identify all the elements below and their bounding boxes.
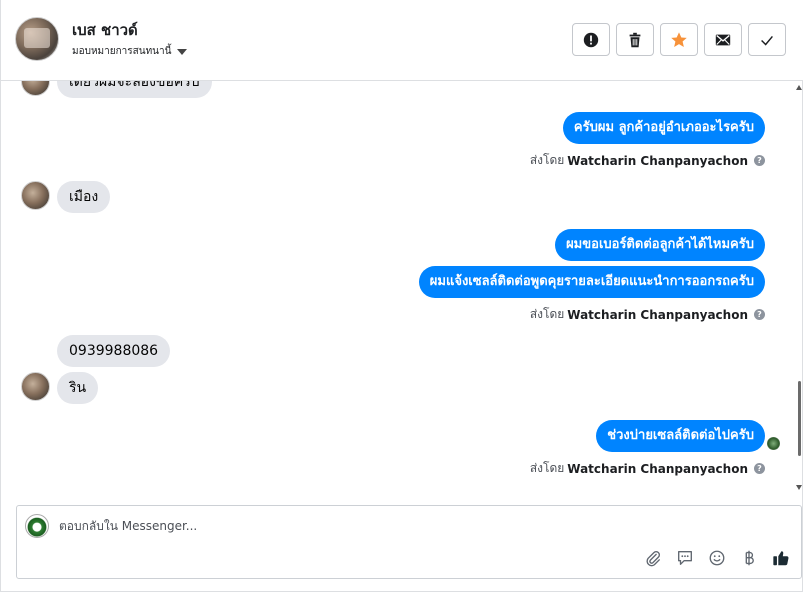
scroll-thumb[interactable] [798, 381, 801, 456]
page-logo-icon [25, 514, 49, 538]
outgoing-message[interactable]: ครับผม ลูกค้าอยู่อำเภออะไรครับ [562, 112, 765, 144]
assign-conversation-dropdown[interactable]: มอบหมายการสนทนานี้ [72, 44, 188, 59]
header-actions [572, 23, 786, 56]
thumbs-up-icon [773, 551, 789, 566]
mark-spam-button[interactable] [572, 23, 610, 56]
mark-unread-button[interactable] [704, 23, 742, 56]
incoming-message[interactable]: ริน [57, 372, 99, 404]
envelope-icon [715, 34, 731, 45]
contact-avatar-small [21, 372, 50, 401]
scroll-up-arrow-icon[interactable] [796, 85, 802, 90]
delete-button[interactable] [616, 23, 654, 56]
sent-by-prefix: ส่งโดย [529, 307, 565, 321]
like-button[interactable] [771, 548, 791, 568]
incoming-message[interactable]: เดี๋ยวผมจะลองขอครับ [57, 81, 212, 98]
caret-down-icon [177, 49, 188, 55]
scroll-down-arrow-icon[interactable] [796, 485, 802, 490]
contact-avatar-small [21, 181, 50, 210]
baht-icon [745, 550, 754, 566]
contact-avatar[interactable] [15, 17, 59, 61]
mark-done-button[interactable] [748, 23, 786, 56]
star-button[interactable] [660, 23, 698, 56]
seen-avatar-icon [767, 437, 780, 450]
message-thread: เดี๋ยวผมจะลองขอครับ ครับผม ลูกค้าอยู่อำเ… [1, 81, 798, 494]
reply-input[interactable] [59, 516, 779, 536]
alert-icon [583, 32, 599, 47]
help-icon[interactable]: ? [754, 309, 765, 320]
check-icon [761, 35, 773, 46]
emoji-button[interactable] [707, 548, 727, 568]
star-icon [671, 31, 687, 47]
sent-by-prefix: ส่งโดย [529, 153, 565, 167]
emoji-icon [709, 550, 725, 566]
conversation-header: เบส ชาวด์ มอบหมายการสนทนานี้ [1, 0, 803, 81]
contact-avatar-small [21, 81, 50, 96]
help-icon[interactable]: ? [754, 463, 765, 474]
payment-button[interactable] [739, 548, 759, 568]
contact-name[interactable]: เบส ชาวด์ [72, 18, 138, 42]
incoming-message[interactable]: 0939988086 [57, 335, 171, 367]
incoming-message[interactable]: เมือง [57, 181, 111, 213]
sent-by-label: ส่งโดย Watcharin Chanpanyachon ? [530, 305, 765, 324]
sent-by-label: ส่งโดย Watcharin Chanpanyachon ? [530, 151, 765, 170]
outgoing-message[interactable]: ผมแจ้งเซลล์ติดต่อพูดคุยรายละเอียดแนะนำกา… [418, 266, 765, 298]
messenger-conversation-panel: เบส ชาวด์ มอบหมายการสนทนานี้ เดี๋ยวผมจะล… [0, 0, 803, 592]
assign-label: มอบหมายการสนทนานี้ [72, 46, 172, 57]
message-scrollbar[interactable] [796, 81, 802, 494]
reply-composer [16, 505, 802, 579]
attach-file-button[interactable] [643, 548, 663, 568]
sent-by-label: ส่งโดย Watcharin Chanpanyachon ? [530, 459, 765, 478]
sender-name[interactable]: Watcharin Chanpanyachon [567, 154, 748, 168]
saved-reply-icon [678, 551, 692, 565]
trash-icon [629, 32, 641, 47]
outgoing-message[interactable]: ช่วงบ่ายเซลล์ติดต่อไปครับ [596, 420, 765, 452]
sender-name[interactable]: Watcharin Chanpanyachon [567, 462, 748, 476]
paperclip-icon [646, 551, 660, 567]
saved-replies-button[interactable] [675, 548, 695, 568]
sender-name[interactable]: Watcharin Chanpanyachon [567, 308, 748, 322]
composer-tools [643, 548, 791, 568]
sent-by-prefix: ส่งโดย [529, 461, 565, 475]
outgoing-message[interactable]: ผมขอเบอร์ติดต่อลูกค้าได้ไหมครับ [555, 229, 765, 261]
help-icon[interactable]: ? [754, 155, 765, 166]
